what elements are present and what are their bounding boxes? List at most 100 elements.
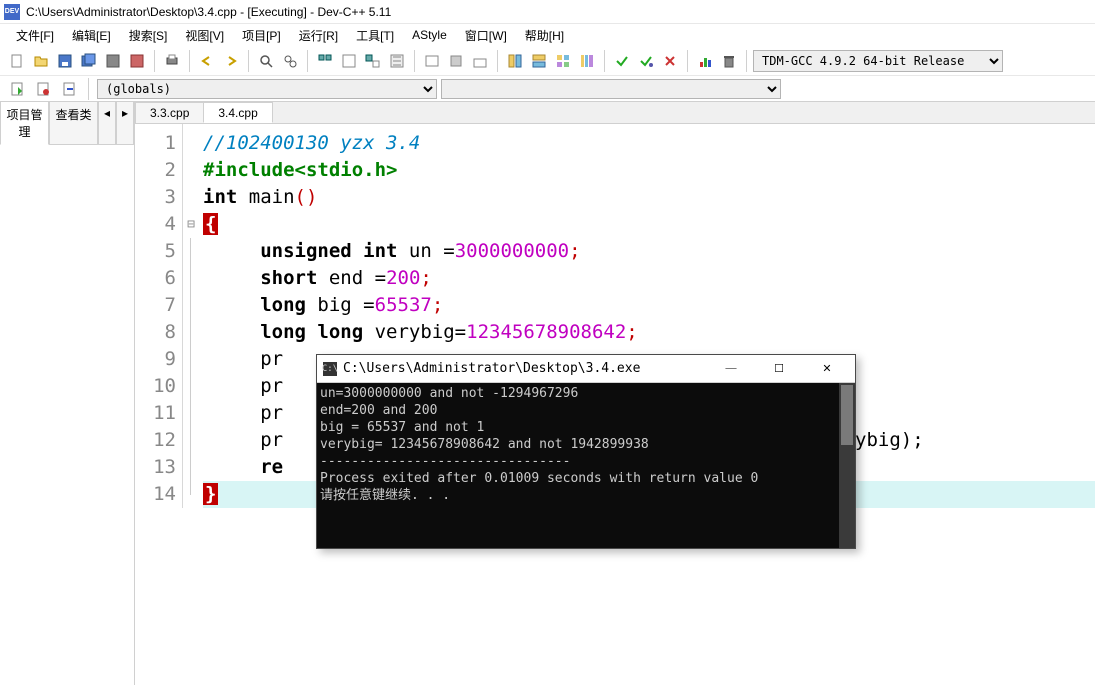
toolbar-main: TDM-GCC 4.9.2 64-bit Release (0, 46, 1095, 76)
sidebar-tabs: 项目管理 查看类 ◂ ▸ (0, 102, 134, 145)
line-number: 3 (135, 184, 180, 211)
tab-view-classes[interactable]: 查看类 (49, 102, 98, 145)
save-as-icon[interactable] (102, 50, 124, 72)
layout4-icon[interactable] (576, 50, 598, 72)
print-icon[interactable] (161, 50, 183, 72)
run-icon[interactable] (338, 50, 360, 72)
line-number: 9 (135, 346, 180, 373)
close-icon[interactable] (126, 50, 148, 72)
delete-icon[interactable] (659, 50, 681, 72)
goto-icon[interactable] (58, 78, 80, 100)
window-title: C:\Users\Administrator\Desktop\3.4.cpp -… (26, 5, 391, 19)
replace-icon[interactable] (279, 50, 301, 72)
new-file-icon[interactable] (6, 50, 28, 72)
member-select[interactable] (441, 79, 781, 99)
separator (154, 50, 155, 72)
check2-icon[interactable] (635, 50, 657, 72)
code-kw: int (203, 186, 237, 208)
menu-run[interactable]: 运行[R] (291, 25, 346, 46)
code-header: <stdio.h> (295, 159, 398, 181)
tab-file-1[interactable]: 3.3.cpp (135, 102, 204, 123)
compiler-select[interactable]: TDM-GCC 4.9.2 64-bit Release (753, 50, 1003, 72)
code-comment: //102400130 yzx 3.4 (203, 132, 420, 154)
line-number: 12 (135, 427, 180, 454)
layout1-icon[interactable] (504, 50, 526, 72)
toolbar-scope: (globals) (0, 76, 1095, 102)
code-preproc: #include (203, 159, 295, 181)
trash-icon[interactable] (718, 50, 740, 72)
separator (497, 50, 498, 72)
tab-file-2[interactable]: 3.4.cpp (203, 102, 272, 123)
fold-column (183, 124, 199, 508)
title-bar: DEV C:\Users\Administrator\Desktop\3.4.c… (0, 0, 1095, 24)
code-id: main (237, 186, 294, 208)
tab-nav-left-icon[interactable]: ◂ (98, 102, 116, 145)
menu-file[interactable]: 文件[F] (8, 25, 62, 46)
compile-icon[interactable] (314, 50, 336, 72)
find-icon[interactable] (255, 50, 277, 72)
menu-view[interactable]: 视图[V] (177, 25, 232, 46)
open-icon[interactable] (30, 50, 52, 72)
line-number: 7 (135, 292, 180, 319)
line-number: 11 (135, 400, 180, 427)
menu-search[interactable]: 搜索[S] (121, 25, 176, 46)
chart-icon[interactable] (694, 50, 716, 72)
menu-edit[interactable]: 编辑[E] (64, 25, 119, 46)
save-all-icon[interactable] (78, 50, 100, 72)
separator (248, 50, 249, 72)
separator (746, 50, 747, 72)
console-titlebar[interactable]: C:\ C:\Users\Administrator\Desktop\3.4.e… (317, 355, 855, 383)
compile-run-icon[interactable] (362, 50, 384, 72)
bookmark2-icon[interactable] (32, 78, 54, 100)
menu-help[interactable]: 帮助[H] (517, 25, 572, 46)
console-title: C:\Users\Administrator\Desktop\3.4.exe (343, 361, 640, 376)
line-number: 13 (135, 454, 180, 481)
save-icon[interactable] (54, 50, 76, 72)
close-icon[interactable]: ✕ (813, 362, 841, 375)
console-scrollbar[interactable] (839, 383, 855, 548)
line-number: 5 (135, 238, 180, 265)
layout2-icon[interactable] (528, 50, 550, 72)
separator (604, 50, 605, 72)
undo-icon[interactable] (196, 50, 218, 72)
profile-icon[interactable] (469, 50, 491, 72)
open-brace: { (203, 213, 218, 235)
menu-tools[interactable]: 工具[T] (348, 25, 402, 46)
line-gutter: 1 2 3 4 5 6 7 8 9 10 11 12 13 14 (135, 124, 183, 508)
line-number: 6 (135, 265, 180, 292)
console-window[interactable]: C:\ C:\Users\Administrator\Desktop\3.4.e… (316, 354, 856, 549)
separator (88, 78, 89, 100)
menu-astyle[interactable]: AStyle (404, 26, 455, 44)
separator (687, 50, 688, 72)
menu-window[interactable]: 窗口[W] (457, 25, 515, 46)
line-number: 8 (135, 319, 180, 346)
app-icon: DEV (4, 4, 20, 20)
sidebar: 项目管理 查看类 ◂ ▸ (0, 102, 135, 685)
separator (189, 50, 190, 72)
debug-icon[interactable] (421, 50, 443, 72)
separator (414, 50, 415, 72)
bookmark1-icon[interactable] (6, 78, 28, 100)
console-output: un=3000000000 and not -1294967296end=200… (317, 383, 855, 506)
menu-bar: 文件[F] 编辑[E] 搜索[S] 视图[V] 项目[P] 运行[R] 工具[T… (0, 24, 1095, 46)
scrollbar-thumb[interactable] (841, 385, 853, 445)
close-brace: } (203, 483, 218, 505)
tab-project-mgmt[interactable]: 项目管理 (0, 102, 49, 145)
maximize-icon[interactable]: ☐ (765, 362, 793, 375)
minimize-icon[interactable]: — (717, 362, 745, 375)
stop-icon[interactable] (445, 50, 467, 72)
console-icon: C:\ (323, 362, 337, 376)
scope-select[interactable]: (globals) (97, 79, 437, 99)
line-number: 14 (135, 481, 180, 508)
fold-toggle-icon[interactable] (183, 211, 199, 238)
rebuild-icon[interactable] (386, 50, 408, 72)
file-tabs: 3.3.cpp 3.4.cpp (135, 102, 1095, 124)
line-number: 1 (135, 130, 180, 157)
line-number: 2 (135, 157, 180, 184)
menu-project[interactable]: 项目[P] (234, 25, 289, 46)
check-icon[interactable] (611, 50, 633, 72)
line-number: 4 (135, 211, 180, 238)
redo-icon[interactable] (220, 50, 242, 72)
tab-nav-right-icon[interactable]: ▸ (116, 102, 134, 145)
layout3-icon[interactable] (552, 50, 574, 72)
